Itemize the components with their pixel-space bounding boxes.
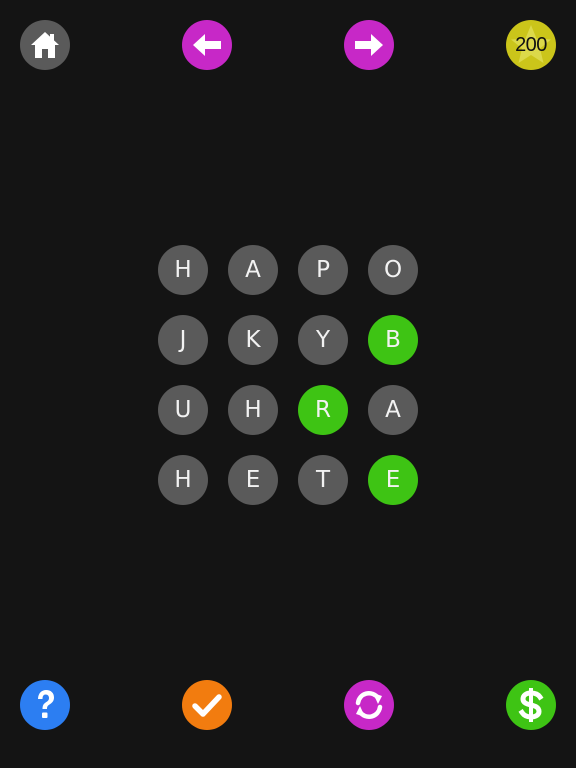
letter-tile[interactable]: H bbox=[158, 455, 208, 505]
letter-grid: HAPOJKYBUHRAHETE bbox=[158, 245, 418, 505]
letter-tile[interactable]: H bbox=[228, 385, 278, 435]
home-button[interactable] bbox=[20, 20, 70, 70]
next-level-button[interactable] bbox=[344, 20, 394, 70]
buy-coins-button[interactable] bbox=[506, 680, 556, 730]
submit-word-button[interactable] bbox=[182, 680, 232, 730]
letter-tile[interactable]: P bbox=[298, 245, 348, 295]
letter-tile[interactable]: B bbox=[368, 315, 418, 365]
letter-tile[interactable]: O bbox=[368, 245, 418, 295]
checkmark-icon bbox=[192, 694, 222, 717]
previous-level-button[interactable] bbox=[182, 20, 232, 70]
letter-tile[interactable]: E bbox=[228, 455, 278, 505]
letter-tile[interactable]: U bbox=[158, 385, 208, 435]
question-icon bbox=[38, 690, 54, 718]
coin-counter: 200 bbox=[506, 20, 556, 70]
letter-tile[interactable]: E bbox=[368, 455, 418, 505]
arrow-left-icon bbox=[193, 34, 221, 56]
refresh-icon bbox=[355, 690, 383, 720]
letter-tile[interactable]: T bbox=[298, 455, 348, 505]
home-icon bbox=[31, 32, 59, 58]
letter-tile[interactable]: K bbox=[228, 315, 278, 365]
help-button[interactable] bbox=[20, 680, 70, 730]
letter-tile[interactable]: A bbox=[368, 385, 418, 435]
letter-tile[interactable]: J bbox=[158, 315, 208, 365]
letter-tile[interactable]: R bbox=[298, 385, 348, 435]
shuffle-button[interactable] bbox=[344, 680, 394, 730]
coin-count: 200 bbox=[515, 33, 547, 56]
arrow-right-icon bbox=[355, 34, 383, 56]
letter-tile[interactable]: A bbox=[228, 245, 278, 295]
letter-tile[interactable]: H bbox=[158, 245, 208, 295]
letter-tile[interactable]: Y bbox=[298, 315, 348, 365]
dollar-icon bbox=[518, 688, 544, 722]
